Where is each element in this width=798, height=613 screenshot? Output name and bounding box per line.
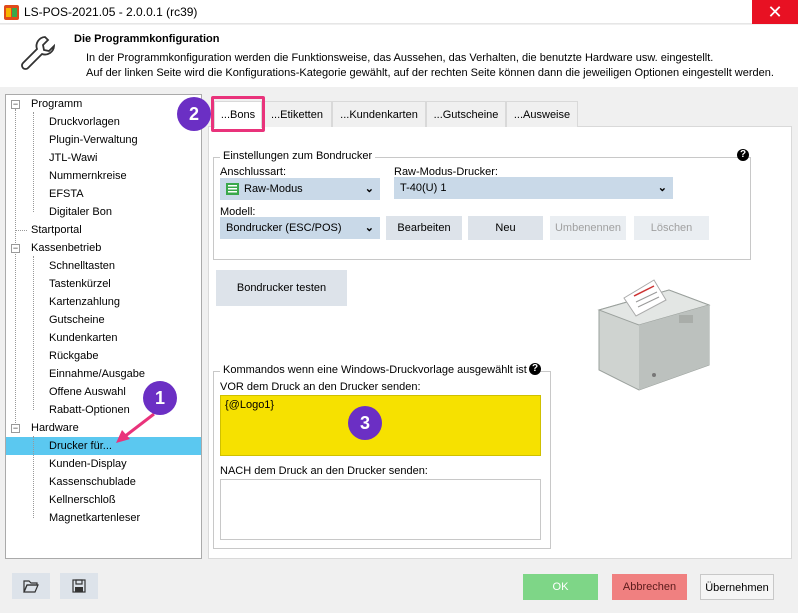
neu-button[interactable]: Neu bbox=[468, 216, 543, 240]
tab-ausweise[interactable]: ...Ausweise bbox=[506, 101, 578, 127]
tree-item-druckvorlagen[interactable]: Druckvorlagen bbox=[49, 113, 120, 131]
collapse-icon[interactable]: − bbox=[11, 244, 20, 253]
tree-connector bbox=[15, 230, 27, 231]
tree-item-drucker-fuer[interactable]: Drucker für... bbox=[49, 437, 112, 455]
modell-value: Bondrucker (ESC/POS) bbox=[226, 222, 342, 234]
abbrechen-button[interactable]: Abbrechen bbox=[612, 574, 687, 600]
tree-item-plugin-verwaltung[interactable]: Plugin-Verwaltung bbox=[49, 131, 138, 149]
tree-item-kassenbetrieb[interactable]: Kassenbetrieb bbox=[31, 239, 101, 257]
folder-open-icon bbox=[23, 580, 39, 593]
raw-drucker-value: T-40(U) 1 bbox=[400, 182, 447, 194]
umbenennen-button[interactable]: Umbenennen bbox=[550, 216, 626, 240]
tree-item-kellnerschloss[interactable]: Kellnerschloß bbox=[49, 491, 116, 509]
tree-item-nummernkreise[interactable]: Nummernkreise bbox=[49, 167, 127, 185]
title-bar: LS-POS-2021.05 - 2.0.0.1 (rc39) ✕ bbox=[0, 0, 798, 24]
chevron-down-icon: ⌄ bbox=[364, 183, 374, 195]
tab-kundenkarten[interactable]: ...Kundenkarten bbox=[332, 101, 426, 127]
tree-connector bbox=[33, 436, 34, 518]
group-legend: Kommandos wenn eine Windows-Druckvorlage… bbox=[220, 364, 530, 376]
raw-drucker-dropdown[interactable]: T-40(U) 1 ⌄ bbox=[394, 177, 673, 199]
tree-connector bbox=[33, 256, 34, 410]
chevron-down-icon: ⌄ bbox=[364, 222, 374, 234]
tree-item-gutscheine[interactable]: Gutscheine bbox=[49, 311, 105, 329]
uebernehmen-button[interactable]: Übernehmen bbox=[700, 574, 774, 600]
save-button[interactable] bbox=[60, 573, 98, 599]
vor-druck-label: VOR dem Druck an den Drucker senden: bbox=[220, 381, 421, 393]
anschlussart-label: Anschlussart: bbox=[220, 166, 287, 178]
header-title: Die Programmkonfiguration bbox=[74, 33, 220, 45]
tree-item-kundenkarten[interactable]: Kundenkarten bbox=[49, 329, 118, 347]
tree-item-programm[interactable]: Programm bbox=[31, 95, 82, 113]
collapse-icon[interactable]: − bbox=[11, 100, 20, 109]
tree-item-kassenschublade[interactable]: Kassenschublade bbox=[49, 473, 136, 491]
tree-item-magnetkartenleser[interactable]: Magnetkartenleser bbox=[49, 509, 140, 527]
tree-item-kartenzahlung[interactable]: Kartenzahlung bbox=[49, 293, 120, 311]
annotation-badge-1: 1 bbox=[143, 381, 177, 415]
tree-item-tastenkuerzel[interactable]: Tastenkürzel bbox=[49, 275, 111, 293]
modell-dropdown[interactable]: Bondrucker (ESC/POS) ⌄ bbox=[220, 217, 380, 239]
save-icon bbox=[72, 579, 86, 593]
header-description-line2: Auf der linken Seite wird die Konfigurat… bbox=[86, 67, 774, 79]
wrench-icon bbox=[21, 36, 56, 70]
nach-druck-label: NACH dem Druck an den Drucker senden: bbox=[220, 465, 428, 477]
window-title: LS-POS-2021.05 - 2.0.0.1 (rc39) bbox=[24, 5, 198, 19]
tree-item-einnahme-ausgabe[interactable]: Einnahme/Ausgabe bbox=[49, 365, 145, 383]
annotation-badge-2: 2 bbox=[177, 97, 211, 131]
help-icon[interactable]: ? bbox=[737, 149, 749, 161]
tree-connector bbox=[33, 112, 34, 212]
bearbeiten-button[interactable]: Bearbeiten bbox=[386, 216, 462, 240]
app-icon bbox=[4, 5, 19, 20]
config-header: Die Programmkonfiguration In der Program… bbox=[0, 25, 798, 87]
tab-highlight-frame bbox=[211, 96, 265, 132]
help-icon[interactable]: ? bbox=[529, 363, 541, 375]
tree-item-digitaler-bon[interactable]: Digitaler Bon bbox=[49, 203, 112, 221]
tree-connector bbox=[15, 109, 16, 425]
open-button[interactable] bbox=[12, 573, 50, 599]
anschlussart-dropdown[interactable]: Raw-Modus ⌄ bbox=[220, 178, 380, 200]
receipt-printer-icon bbox=[597, 279, 711, 391]
header-description-line1: In der Programmkonfiguration werden die … bbox=[86, 52, 714, 64]
tab-gutscheine[interactable]: ...Gutscheine bbox=[426, 101, 506, 127]
close-button[interactable]: ✕ bbox=[752, 0, 798, 24]
tree-item-schnelltasten[interactable]: Schnelltasten bbox=[49, 257, 115, 275]
nach-druck-textarea[interactable] bbox=[220, 479, 541, 540]
tree-item-kunden-display[interactable]: Kunden-Display bbox=[49, 455, 127, 473]
anschlussart-value: Raw-Modus bbox=[244, 183, 303, 195]
tree-item-jtl-wawi[interactable]: JTL-Wawi bbox=[49, 149, 97, 167]
tree-item-rueckgabe[interactable]: Rückgabe bbox=[49, 347, 99, 365]
tree-item-startportal[interactable]: Startportal bbox=[31, 221, 82, 239]
annotation-arrow-icon bbox=[116, 412, 155, 443]
collapse-icon[interactable]: − bbox=[11, 424, 20, 433]
printer-mode-icon bbox=[226, 183, 239, 195]
group-legend: Einstellungen zum Bondrucker bbox=[220, 150, 376, 162]
vor-druck-value: {@Logo1} bbox=[225, 399, 275, 411]
loeschen-button[interactable]: Löschen bbox=[634, 216, 709, 240]
tree-item-efsta[interactable]: EFSTA bbox=[49, 185, 84, 203]
annotation-badge-3: 3 bbox=[348, 406, 382, 440]
bondrucker-testen-button[interactable]: Bondrucker testen bbox=[216, 270, 347, 306]
tree-item-hardware[interactable]: Hardware bbox=[31, 419, 79, 437]
tree-item-offene-auswahl[interactable]: Offene Auswahl bbox=[49, 383, 126, 401]
category-tree[interactable]: − Programm Druckvorlagen Plugin-Verwaltu… bbox=[5, 94, 202, 559]
tab-etiketten[interactable]: ...Etiketten bbox=[262, 101, 332, 127]
chevron-down-icon: ⌄ bbox=[657, 182, 667, 194]
ok-button[interactable]: OK bbox=[523, 574, 598, 600]
